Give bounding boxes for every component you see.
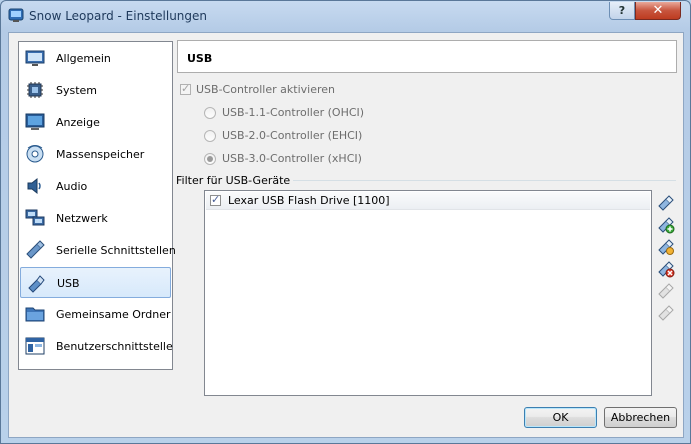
network-icon <box>25 209 45 226</box>
serial-port-icon <box>26 240 45 259</box>
sidebar-item-allgemein[interactable]: Allgemein <box>20 43 171 74</box>
sidebar-item-serielle-schnittstellen[interactable]: Serielle Schnittstellen <box>20 235 176 266</box>
sidebar-item-label: Gemeinsame Ordner <box>56 308 171 321</box>
radio-usb-2-0-label: USB-2.0-Controller (EHCI) <box>222 129 363 142</box>
disc-icon <box>26 145 44 163</box>
sidebar-item-label: Serielle Schnittstellen <box>56 244 176 257</box>
sidebar-item-audio[interactable]: Audio <box>20 171 171 202</box>
remove-filter-icon[interactable] <box>657 260 675 278</box>
folder-icon <box>25 307 45 322</box>
usb-controller-label: USB-Controller aktivieren <box>196 83 335 96</box>
usb-filter-row[interactable]: ✓ Lexar USB Flash Drive [1100] <box>206 192 650 210</box>
speaker-icon <box>27 177 41 195</box>
settings-window: Snow Leopard - Einstellungen ? ✕ Allgeme… <box>0 0 691 444</box>
sidebar-item-label: System <box>56 84 98 97</box>
sidebar-item-gemeinsame-ordner[interactable]: Gemeinsame Ordner <box>20 299 171 330</box>
sidebar-item-benutzerschnittstelle[interactable]: Benutzerschnittstelle <box>20 331 173 362</box>
chip-icon <box>27 82 43 98</box>
sidebar-item-label: Benutzerschnittstelle <box>56 340 173 353</box>
section-divider <box>293 180 676 181</box>
radio-usb-3-0-label: USB-3.0-Controller (xHCI) <box>222 152 362 165</box>
usb-controller-checkbox[interactable]: ✓ <box>180 82 191 95</box>
sidebar-item-massenspeicher[interactable]: Massenspeicher <box>20 139 171 170</box>
move-filter-up-icon[interactable] <box>657 282 675 300</box>
window-title: Snow Leopard - Einstellungen <box>29 9 208 23</box>
settings-category-list[interactable]: Allgemein System Anzeige Massenspeicher <box>18 41 176 370</box>
usb-icon <box>28 275 45 293</box>
sidebar-item-label: Anzeige <box>56 116 100 129</box>
close-button[interactable]: ✕ <box>635 2 681 20</box>
cancel-button[interactable]: Abbrechen <box>604 407 677 428</box>
sidebar-item-label: Massenspeicher <box>56 148 145 161</box>
sidebar-item-anzeige[interactable]: Anzeige <box>20 107 171 138</box>
display-icon <box>25 113 45 130</box>
add-empty-filter-icon[interactable] <box>657 194 675 212</box>
radio-usb-1-1[interactable] <box>204 107 216 119</box>
sidebar-item-usb[interactable]: USB <box>20 267 171 298</box>
dialog-body: Allgemein System Anzeige Massenspeicher <box>8 32 684 438</box>
virtualbox-app-icon <box>8 8 24 22</box>
radio-usb-2-0[interactable] <box>204 130 216 142</box>
title-bar[interactable]: Snow Leopard - Einstellungen ? ✕ <box>1 1 690 31</box>
sidebar-item-label: Allgemein <box>56 52 111 65</box>
checkmark-icon: ✓ <box>211 193 221 206</box>
ui-window-icon <box>25 337 45 355</box>
usb-filter-checkbox[interactable]: ✓ <box>210 193 221 206</box>
edit-filter-icon[interactable] <box>657 238 675 256</box>
sidebar-item-label: USB <box>57 277 80 290</box>
radio-usb-1-1-label: USB-1.1-Controller (OHCI) <box>222 106 365 119</box>
page-title: USB <box>177 40 677 73</box>
usb-filter-section-title: Filter für USB-Geräte <box>176 174 291 187</box>
page-title-text: USB <box>187 52 213 65</box>
monitor-icon <box>25 50 45 66</box>
sidebar-item-system[interactable]: System <box>20 75 171 106</box>
ok-button[interactable]: OK <box>524 407 597 428</box>
sidebar-item-netzwerk[interactable]: Netzwerk <box>20 203 171 234</box>
checkmark-icon: ✓ <box>181 82 191 95</box>
radio-usb-3-0[interactable] <box>204 153 216 165</box>
sidebar-item-label: Netzwerk <box>56 212 108 225</box>
move-filter-down-icon[interactable] <box>657 304 675 322</box>
usb-filter-list[interactable]: ✓ Lexar USB Flash Drive [1100] <box>204 190 652 396</box>
sidebar-item-label: Audio <box>56 180 88 193</box>
radio-selected-dot <box>207 156 213 162</box>
add-filter-from-device-icon[interactable] <box>657 216 675 234</box>
help-button[interactable]: ? <box>609 2 635 20</box>
usb-filter-label: Lexar USB Flash Drive [1100] <box>228 194 390 207</box>
